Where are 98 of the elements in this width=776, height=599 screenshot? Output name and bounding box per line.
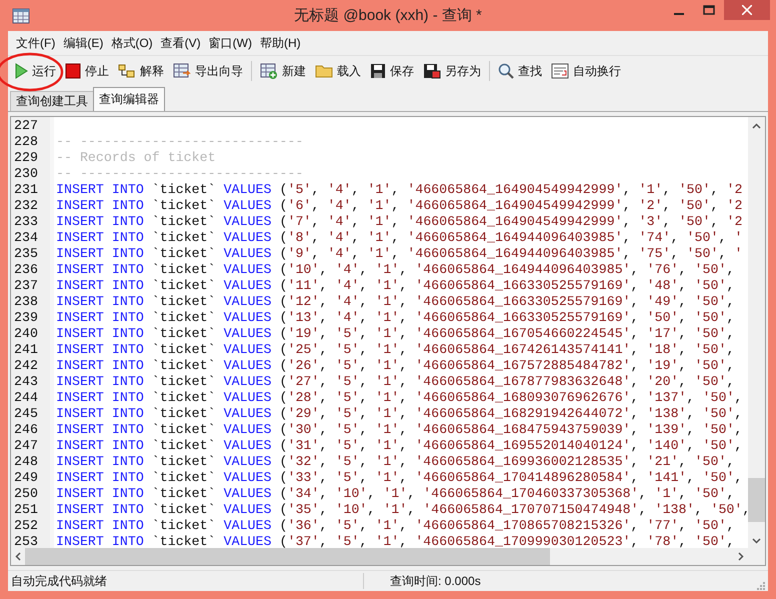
menu-item[interactable]: 查看(V) <box>156 34 205 52</box>
line-number: 242 <box>14 358 39 374</box>
line-number: 227 <box>14 118 39 134</box>
horizontal-scrollbar[interactable] <box>11 548 765 565</box>
menu-item[interactable]: 格式(O) <box>107 34 157 52</box>
save-as-icon <box>423 63 441 79</box>
scroll-down-icon <box>752 538 761 544</box>
tab[interactable]: 查询创建工具 <box>10 91 94 111</box>
code-line: INSERT INTO `ticket` VALUES ('7', '4', '1', '466065864_164904549942999', '3', '50', '2 <box>56 214 742 229</box>
code-line: INSERT INTO `ticket` VALUES ('30', '5', '1', '466065864_168475943759039', '139', '50', <box>56 422 742 437</box>
code-editor[interactable] <box>10 116 766 566</box>
code-line: INSERT INTO `ticket` VALUES ('6', '4', '1', '466065864_164904549942999', '2', '50', '2 <box>56 198 742 213</box>
wrap-icon <box>551 63 569 79</box>
folder-icon <box>315 64 333 78</box>
code-line: INSERT INTO `ticket` VALUES ('35', '10', '1', '466065864_170707150474948', '138', '50', <box>56 502 748 517</box>
line-number: 245 <box>14 406 39 422</box>
code-line: -- Records of ticket <box>56 150 216 165</box>
scroll-up-icon <box>752 123 761 129</box>
line-number: 228 <box>14 134 39 150</box>
toolbar-button[interactable]: 新建 <box>256 59 310 83</box>
close-button[interactable] <box>724 0 770 20</box>
tab[interactable]: 查询编辑器 <box>93 87 165 111</box>
code-line: INSERT INTO `ticket` VALUES ('11', '4', '1', '466065864_166330525579169', '48', '50', <box>56 278 734 293</box>
toolbar-button[interactable]: 自动换行 <box>547 59 625 83</box>
vertical-scrollbar[interactable] <box>748 117 765 548</box>
line-number: 230 <box>14 166 39 182</box>
toolbar-button[interactable]: 导出向导 <box>169 59 247 83</box>
search-icon <box>498 63 514 79</box>
code-line: INSERT INTO `ticket` VALUES ('13', '4', '1', '466065864_166330525579169', '50', '50', <box>56 310 734 325</box>
stop-icon <box>65 63 81 79</box>
menu-item[interactable]: 窗口(W) <box>204 34 256 52</box>
code-line: INSERT INTO `ticket` VALUES ('37', '5', '1', '466065864_170999030120523', '78', '50', <box>56 534 734 548</box>
toolbar-button[interactable]: 载入 <box>311 59 365 83</box>
scroll-thumb[interactable] <box>25 548 550 565</box>
line-number: 251 <box>14 502 39 518</box>
menu-item[interactable]: 编辑(E) <box>59 34 108 52</box>
line-number: 252 <box>14 518 39 534</box>
close-icon <box>742 5 752 15</box>
window-title: 无标题 @book (xxh) - 查询 * <box>294 6 482 25</box>
menu-item[interactable]: 文件(F) <box>12 34 60 52</box>
code-line: INSERT INTO `ticket` VALUES ('9', '4', '1', '466065864_164944096403985', '75', '50', ' <box>56 246 742 261</box>
code-line: INSERT INTO `ticket` VALUES ('10', '4', '1', '466065864_164944096403985', '76', '50', <box>56 262 734 277</box>
annotation-ring <box>0 52 64 92</box>
toolbar-button[interactable]: 解释 <box>114 59 168 83</box>
scroll-left-icon <box>15 552 21 561</box>
resize-grip-icon <box>756 581 766 591</box>
toolbar-button[interactable]: 保存 <box>366 59 418 83</box>
maximize-icon <box>703 5 715 15</box>
line-number: 247 <box>14 438 39 454</box>
export-icon <box>173 63 191 79</box>
line-number: 249 <box>14 470 39 486</box>
line-number: 238 <box>14 294 39 310</box>
menu-item[interactable]: 帮助(H) <box>256 34 305 52</box>
app-icon <box>12 8 30 24</box>
code-line: INSERT INTO `ticket` VALUES ('36', '5', '1', '466065864_170865708215326', '77', '50', <box>56 518 734 533</box>
line-number: 250 <box>14 486 39 502</box>
line-number: 229 <box>14 150 39 166</box>
scroll-right-icon <box>738 552 744 561</box>
code-line: INSERT INTO `ticket` VALUES ('33', '5', '1', '466065864_170414896280584', '141', '50', <box>56 470 742 485</box>
code-line: INSERT INTO `ticket` VALUES ('12', '4', '1', '466065864_166330525579169', '49', '50', <box>56 294 734 309</box>
toolbar-button[interactable]: 查找 <box>494 59 546 83</box>
line-number: 232 <box>14 198 39 214</box>
code-line: INSERT INTO `ticket` VALUES ('34', '10', '1', '466065864_170460337305368', '1', '50', <box>56 486 734 501</box>
toolbar-button[interactable]: 停止 <box>61 59 113 83</box>
code-line: INSERT INTO `ticket` VALUES ('32', '5', '1', '466065864_169936002128535', '21', '50', <box>56 454 734 469</box>
query-time: 查询时间: 0.000s <box>390 572 481 590</box>
line-number: 246 <box>14 422 39 438</box>
line-number: 236 <box>14 262 39 278</box>
status-message: 自动完成代码就绪 <box>11 572 108 590</box>
scroll-thumb[interactable] <box>748 478 765 522</box>
code-line: INSERT INTO `ticket` VALUES ('28', '5', '1', '466065864_168093076962676', '137', '50', <box>56 390 742 405</box>
code-line: -- ---------------------------- <box>56 134 304 149</box>
line-number: 231 <box>14 182 39 198</box>
line-number: 244 <box>14 390 39 406</box>
code-line: -- ---------------------------- <box>56 166 304 181</box>
code-line: INSERT INTO `ticket` VALUES ('29', '5', '1', '466065864_168291942644072', '138', '50', <box>56 406 742 421</box>
line-number: 234 <box>14 230 39 246</box>
line-number: 237 <box>14 278 39 294</box>
code-line: INSERT INTO `ticket` VALUES ('5', '4', '1', '466065864_164904549942999', '1', '50', '2 <box>56 182 742 197</box>
code-line: INSERT INTO `ticket` VALUES ('26', '5', '1', '466065864_167572885484782', '19', '50', <box>56 358 734 373</box>
line-number: 243 <box>14 374 39 390</box>
save-icon <box>370 63 386 79</box>
code-line: INSERT INTO `ticket` VALUES ('27', '5', '1', '466065864_167877983632648', '20', '50', <box>56 374 734 389</box>
minimize-icon <box>674 13 684 15</box>
line-number: 233 <box>14 214 39 230</box>
toolbar-button[interactable]: 另存为 <box>419 59 485 83</box>
line-number: 240 <box>14 326 39 342</box>
code-line: INSERT INTO `ticket` VALUES ('31', '5', '1', '466065864_169552014040124', '140', '50', <box>56 438 742 453</box>
code-line: INSERT INTO `ticket` VALUES ('25', '5', '1', '466065864_167426143574141', '18', '50', <box>56 342 734 357</box>
play-icon <box>14 63 28 79</box>
code-line: INSERT INTO `ticket` VALUES ('8', '4', '1', '466065864_164944096403985', '74', '50', ' <box>56 230 742 245</box>
line-number: 241 <box>14 342 39 358</box>
new-query-icon <box>260 63 278 79</box>
line-number: 235 <box>14 246 39 262</box>
line-number: 248 <box>14 454 39 470</box>
line-number: 253 <box>14 534 39 548</box>
code-line: INSERT INTO `ticket` VALUES ('19', '5', '1', '466065864_167054660224545', '17', '50', <box>56 326 734 341</box>
line-number: 239 <box>14 310 39 326</box>
